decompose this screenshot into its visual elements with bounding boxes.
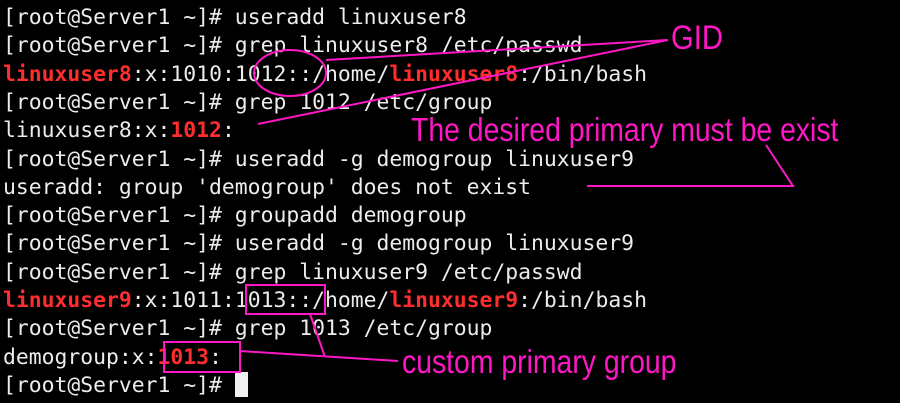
terminal-text: [root@Server1 ~]# grep linuxuser8 /etc/p…	[3, 33, 583, 59]
terminal-line: [root@Server1 ~]# groupadd demogroup	[3, 202, 467, 230]
terminal-line: useradd: group 'demogroup' does not exis…	[3, 174, 531, 202]
highlighted-text: linuxuser8	[389, 61, 519, 87]
terminal-text: demogroup:x:	[3, 344, 158, 370]
terminal-text: [root@Server1 ~]# grep linuxuser9 /etc/p…	[3, 259, 583, 285]
terminal-line: [root@Server1 ~]# useradd -g demogroup l…	[3, 230, 634, 258]
highlighted-text: 1012	[170, 118, 222, 144]
terminal-line: linuxuser8:x:1010:1012::/home/linuxuser8…	[3, 61, 647, 89]
terminal-text: :	[221, 118, 235, 144]
terminal-line: linuxuser9:x:1011:1013::/home/linuxuser9…	[3, 287, 647, 315]
terminal-text: linuxuser8:x:	[3, 118, 171, 144]
terminal-text: :/bin/bash	[518, 61, 647, 87]
terminal-text: [root@Server1 ~]# groupadd demogroup	[3, 203, 467, 229]
highlighted-text: 1013	[157, 344, 210, 370]
terminal-text: :	[209, 344, 222, 370]
terminal-text: useradd: group 'demogroup' does not exis…	[3, 174, 532, 200]
terminal-line: [root@Server1 ~]# useradd linuxuser8	[3, 4, 467, 32]
gid-label: GID	[671, 19, 723, 57]
terminal-text: :/bin/bash	[518, 288, 647, 313]
terminal-line: [root@Server1 ~]# grep linuxuser9 /etc/p…	[3, 259, 583, 287]
terminal-cursor	[234, 371, 248, 397]
terminal-text: :x:1011:1013::/home/	[131, 288, 390, 313]
terminal-line: [root@Server1 ~]# grep linuxuser8 /etc/p…	[3, 32, 583, 60]
terminal-line: linuxuser8:x:1012:	[3, 117, 235, 145]
terminal-text: :x:1010:1012::/home/	[131, 61, 390, 87]
custom-group-pointer-2	[239, 350, 399, 362]
terminal-text: [root@Server1 ~]# grep 1013 /etc/group	[3, 316, 493, 342]
terminal-line: [root@Server1 ~]#	[3, 371, 248, 400]
primary-must-exist-label: The desired primary must be exist	[411, 111, 839, 148]
terminal-text: [root@Server1 ~]# useradd linuxuser8	[3, 5, 467, 30]
terminal-line: demogroup:x:1013:	[3, 344, 222, 372]
highlighted-text: linuxuser8	[3, 61, 132, 87]
custom-primary-group-label: custom primary group	[402, 343, 677, 380]
highlighted-text: linuxuser9	[389, 288, 519, 313]
terminal-text: [root@Server1 ~]#	[3, 372, 235, 398]
highlighted-text: linuxuser9	[3, 288, 132, 313]
terminal-text: [root@Server1 ~]# useradd -g demogroup l…	[3, 231, 635, 257]
terminal-window[interactable]: [root@Server1 ~]# useradd linuxuser8 [roo…	[0, 0, 900, 403]
